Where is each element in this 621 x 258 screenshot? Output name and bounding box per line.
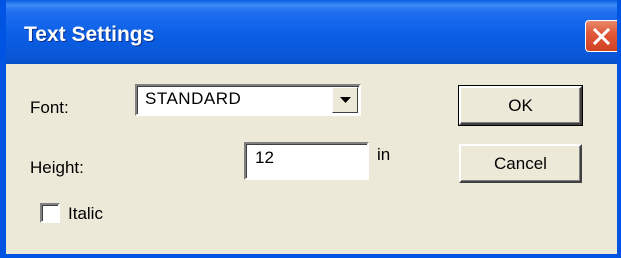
font-dropdown-button[interactable] <box>332 87 358 113</box>
ok-button[interactable]: OK <box>458 85 583 126</box>
height-label: Height: <box>30 158 84 177</box>
italic-checkbox[interactable] <box>40 203 60 223</box>
height-input-value: 12 <box>255 148 274 167</box>
cancel-button[interactable]: Cancel <box>459 144 582 183</box>
title-bar[interactable]: Text Settings <box>6 0 617 64</box>
font-select-value: STANDARD <box>145 89 242 108</box>
chevron-down-icon <box>340 97 351 103</box>
height-input[interactable]: 12 <box>244 142 369 180</box>
close-button[interactable] <box>585 20 617 52</box>
window-title: Text Settings <box>24 23 155 46</box>
height-unit-label: in <box>377 145 391 164</box>
italic-label[interactable]: Italic <box>68 204 103 224</box>
font-label: Font: <box>30 98 69 117</box>
close-icon <box>593 28 610 45</box>
font-select[interactable]: STANDARD <box>135 84 361 116</box>
text-settings-dialog: Text Settings Font: STANDARD Height: 12 … <box>0 0 621 258</box>
